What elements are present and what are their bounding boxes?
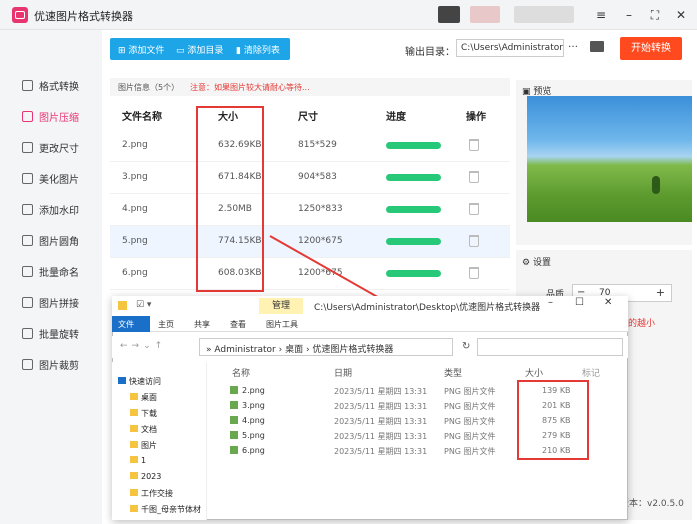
file-type: PNG 图片文件 xyxy=(444,402,496,411)
folder-icon xyxy=(118,377,126,384)
file-type: PNG 图片文件 xyxy=(444,387,496,396)
nav-tree-item[interactable]: 文档 xyxy=(130,424,208,435)
filesize-highlight-box xyxy=(517,380,589,460)
breadcrumb[interactable]: » Administrator › 桌面 › 优速图片格式转换器 xyxy=(206,342,393,355)
manage-tab[interactable]: 管理 xyxy=(259,298,303,314)
image-file-icon xyxy=(230,416,238,424)
col-filename[interactable]: 名称 xyxy=(232,366,250,379)
col-filesize[interactable]: 大小 xyxy=(525,366,543,379)
folder-icon xyxy=(130,393,138,400)
col-date[interactable]: 日期 xyxy=(334,366,352,379)
nav-tree-item[interactable]: 下载 xyxy=(130,408,208,419)
list-item[interactable]: 3.png xyxy=(230,401,265,410)
file-date: 2023/5/11 星期四 13:31 xyxy=(334,432,428,441)
file-date: 2023/5/11 星期四 13:31 xyxy=(334,417,428,426)
nav-tree-item[interactable]: 工作交接 xyxy=(130,488,208,499)
explorer-path-title: C:\Users\Administrator\Desktop\优速图片格式转换器 xyxy=(314,303,541,313)
nav-tree-item[interactable]: 桌面 xyxy=(130,392,208,403)
file-type: PNG 图片文件 xyxy=(444,447,496,456)
list-item[interactable]: 6.png xyxy=(230,446,265,455)
file-date: 2023/5/11 星期四 13:31 xyxy=(334,387,428,396)
list-item[interactable]: 2.png xyxy=(230,386,265,395)
folder-icon xyxy=(130,505,138,512)
image-file-icon xyxy=(230,431,238,439)
nav-tree-item[interactable]: 2023 xyxy=(130,472,208,481)
explorer-close-icon[interactable]: ✕ xyxy=(604,297,612,308)
nav-tree-item[interactable]: 图片 xyxy=(130,440,208,451)
folder-icon xyxy=(130,472,138,479)
image-file-icon xyxy=(230,386,238,394)
folder-icon xyxy=(130,409,138,416)
ribbon-tab-4[interactable]: 图片工具 xyxy=(266,319,298,330)
col-tag[interactable]: 标记 xyxy=(582,366,600,379)
refresh-icon[interactable]: ↻ xyxy=(462,341,470,352)
file-type: PNG 图片文件 xyxy=(444,432,496,441)
qat-icons[interactable]: ☑ ▾ xyxy=(136,300,151,310)
explorer-maximize-icon[interactable]: ☐ xyxy=(575,297,584,308)
file-type: PNG 图片文件 xyxy=(444,417,496,426)
nav-tree-item[interactable]: 快速访问 xyxy=(118,376,196,387)
folder-icon xyxy=(118,301,127,310)
folder-icon xyxy=(130,456,138,463)
list-item[interactable]: 4.png xyxy=(230,416,265,425)
col-type[interactable]: 类型 xyxy=(444,366,462,379)
list-item[interactable]: 5.png xyxy=(230,431,265,440)
ribbon xyxy=(112,316,628,332)
nav-arrows[interactable]: ←→⌄↑ xyxy=(120,341,166,351)
ribbon-tab-0[interactable]: 文件 xyxy=(118,319,134,330)
ribbon-tab-1[interactable]: 主页 xyxy=(158,319,174,330)
ribbon-tab-3[interactable]: 查看 xyxy=(230,319,246,330)
folder-icon xyxy=(130,489,138,496)
ribbon-tab-2[interactable]: 共享 xyxy=(194,319,210,330)
folder-icon xyxy=(130,425,138,432)
folder-icon xyxy=(130,441,138,448)
image-file-icon xyxy=(230,446,238,454)
image-file-icon xyxy=(230,401,238,409)
explorer-minimize-icon[interactable]: – xyxy=(548,297,553,308)
search-input[interactable] xyxy=(477,338,623,356)
nav-tree-item[interactable]: 千图_母亲节体材 xyxy=(130,504,208,515)
file-date: 2023/5/11 星期四 13:31 xyxy=(334,447,428,456)
nav-tree-item[interactable]: 1 xyxy=(130,456,208,465)
file-date: 2023/5/11 星期四 13:31 xyxy=(334,402,428,411)
